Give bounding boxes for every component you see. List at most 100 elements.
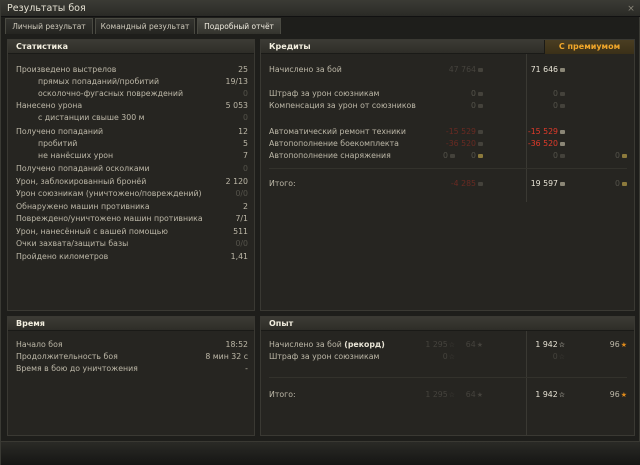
credit-label: Автопополнение снаряжения [269,151,391,160]
credit-label: Автоматический ремонт техники [269,127,406,136]
premium-column-header: С премиумом [544,40,634,54]
stat-label: Урон, заблокированный бронёй [16,177,147,186]
time-value: - [245,364,248,373]
stat-value: 19/13 [225,77,248,86]
stat-row: Обнаружено машин противника 2 [16,201,248,213]
credit-premium-value: 0 [553,88,565,100]
credit-row: Начислено за бой 47 764 71 646 [269,64,629,76]
stat-row: Пройдено километров 1,41 [16,251,248,263]
credit-premium-value: 0 [553,100,565,112]
stat-label: Обнаружено машин противника [16,202,150,211]
experience-header: Опыт [261,317,634,331]
stat-value: 1,41 [230,252,248,261]
xp-premium-free-value: 96★ [609,340,627,349]
credit-row: Компенсация за урон от союзников 0 0 [269,100,629,112]
credit-row: Автопополнение боекомплекта -36 520 -36 … [269,138,629,150]
stat-label: Получено попаданий осколками [16,164,150,173]
credit-base-value: 47 764 [449,64,483,76]
credit-label: Начислено за бой [269,65,342,74]
credits-panel: Кредиты С премиумом Начислено за бой 47 … [260,39,635,311]
star-icon: ★ [620,341,627,349]
stat-value: 5 [243,139,248,148]
xp-base-free-total: 64★ [465,390,483,399]
stat-row: Получено попаданий 12 [16,126,248,138]
statistics-panel: Статистика Произведено выстрелов 25 прям… [7,39,255,311]
star-icon: ☆ [558,353,565,361]
credit-base-value: -15 529 [446,126,483,138]
stat-value: 7 [243,151,248,160]
stat-row: Получено попаданий осколками 0 [16,163,248,175]
tab-detailed-report[interactable]: Подробный отчёт [197,18,281,34]
star-icon: ☆ [558,391,565,399]
time-row: Продолжительность боя 8 мин 32 с [16,351,248,363]
credits-icon [560,92,565,96]
xp-label: Начислено за бой (рекорд) [269,340,385,349]
stat-value: 2 [243,202,248,211]
stat-row: Урон союзникам (уничтожено/повреждений) … [16,188,248,200]
time-value: 8 мин 32 с [205,352,248,361]
credit-base-value: 0 [471,88,483,100]
stat-value: 0 [243,164,248,173]
xp-total-row: Итого: 1 295☆ 64★ 1 942☆ 96★ [269,389,629,401]
star-icon: ☆ [448,341,455,349]
time-row: Время в бою до уничтожения - [16,363,248,375]
credits-icon [478,92,483,96]
stat-label: Нанесено урона [16,101,83,110]
xp-base-total: 1 295☆ [425,390,455,399]
stat-label: Повреждено/уничтожено машин противника [16,214,203,223]
credit-total-label: Итого: [269,179,296,188]
stat-row: Произведено выстрелов 25 [16,64,248,76]
credits-icon [560,104,565,108]
stat-label: осколочно-фугасных повреждений [38,89,184,98]
credit-label: Компенсация за урон от союзников [269,101,416,110]
credit-premium-value: 0 [553,150,565,162]
statistics-header: Статистика [8,40,254,54]
credit-row: Автоматический ремонт техники -15 529 -1… [269,126,629,138]
stat-value: 0/0 [235,189,248,198]
credit-premium-gold-total: 0 [615,178,627,190]
star-icon: ★ [476,341,483,349]
stat-value: 5 053 [225,101,248,110]
tab-team-result[interactable]: Командный результат [95,18,195,34]
stat-value: 0/0 [235,239,248,248]
stat-row: прямых попаданий/пробитий 19/13 [16,76,248,88]
stat-value: 0 [243,113,248,122]
stat-row: с дистанции свыше 300 м 0 [16,112,248,124]
credits-icon [478,182,483,186]
time-header: Время [8,317,254,331]
credit-row: Автопополнение снаряжения 0 0 0 0 [269,150,629,162]
stat-label: Произведено выстрелов [16,65,117,74]
stat-label: прямых попаданий/пробитий [38,77,160,86]
gold-icon [622,154,627,158]
credit-label: Автопополнение боекомплекта [269,139,399,148]
stat-label: Очки захвата/защиты базы [16,239,129,248]
credits-icon [560,130,565,134]
bottom-bar [1,441,640,465]
time-label: Время в бою до уничтожения [16,364,138,373]
xp-label: Штраф за урон союзникам [269,352,380,361]
stat-label: Урон, нанесённый с вашей помощью [16,227,168,236]
stat-label: не нанёсших урон [38,151,114,160]
credits-icon [560,142,565,146]
credits-icon [478,68,483,72]
credit-label: Штраф за урон союзникам [269,89,380,98]
xp-total-label: Итого: [269,390,296,399]
close-icon[interactable]: × [625,3,637,15]
time-row: Начало боя 18:52 [16,339,248,351]
xp-premium-value: 1 942☆ [535,340,565,349]
stat-label: Урон союзникам (уничтожено/повреждений) [16,189,202,198]
tab-personal-result[interactable]: Личный результат [5,18,93,34]
gold-icon [478,154,483,158]
experience-panel: Опыт Начислено за бой (рекорд) 1 295☆ 64… [260,316,635,436]
stat-row: Урон, нанесённый с вашей помощью 511 [16,226,248,238]
gold-icon [622,182,627,186]
stat-row: не нанёсших урон 7 [16,150,248,162]
stat-value: 25 [238,65,248,74]
battle-results-window: Результаты боя × Личный результат Команд… [0,0,640,465]
stat-row: Очки захвата/защиты базы 0/0 [16,238,248,250]
title-bar: Результаты боя × [1,1,640,17]
credit-premium-value: -36 520 [528,138,565,150]
window-title: Результаты боя [7,3,86,14]
stat-row: Повреждено/уничтожено машин противника 7… [16,213,248,225]
xp-base-value: 0☆ [442,352,455,361]
